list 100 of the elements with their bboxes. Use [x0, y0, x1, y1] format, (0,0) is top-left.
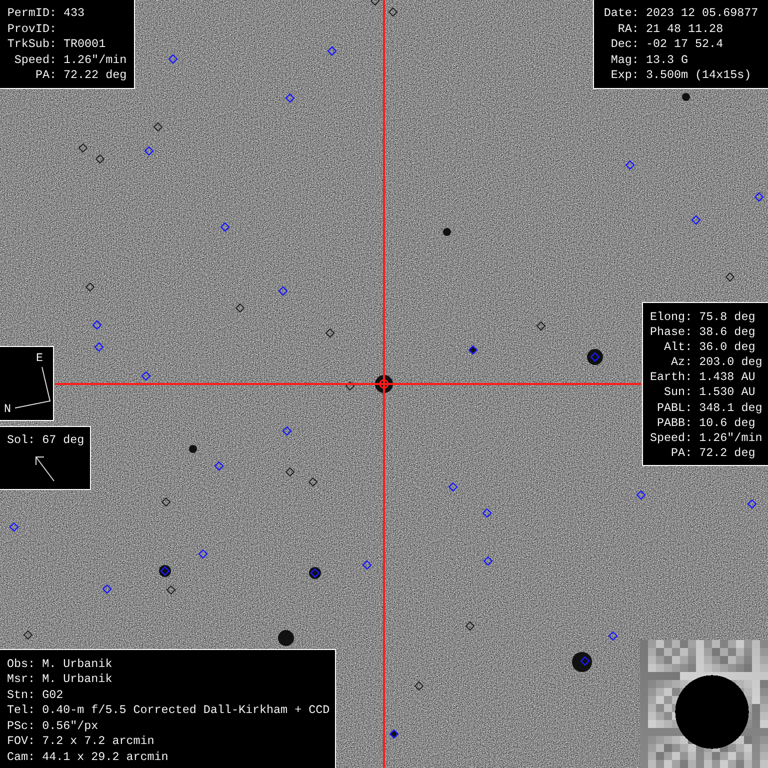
reference-star-marker — [144, 146, 154, 156]
reference-star-marker — [747, 499, 757, 509]
catalog-star-marker — [414, 681, 424, 691]
catalog-star-marker — [23, 630, 33, 640]
field-label: FOV: — [7, 734, 36, 750]
field-label: Stn: — [7, 688, 36, 704]
reference-star-marker — [285, 93, 295, 103]
field-value: 2023 12 05.69877 — [646, 6, 760, 22]
field-value: 72.2 deg — [699, 446, 756, 461]
field-value: 3.500m (14x15s) — [646, 68, 752, 84]
catalog-star-marker — [78, 143, 88, 153]
reference-star-marker — [141, 371, 151, 381]
field-value: TR0001 — [64, 37, 107, 53]
field-label: Elong: — [650, 310, 692, 326]
field-label: Msr: — [7, 672, 36, 688]
field-label: Speed: — [650, 430, 692, 446]
field-value: M. Urbanik — [42, 672, 114, 688]
field-label: Cam: — [7, 750, 36, 765]
reference-star-marker — [327, 46, 337, 56]
field-value: 1.530 AU — [699, 385, 756, 401]
field-value: 44.1 x 29.2 arcmin — [42, 750, 170, 765]
catalog-star-marker — [308, 477, 318, 487]
reference-star-marker — [94, 342, 104, 352]
reference-star-marker — [214, 461, 224, 471]
star-blob — [587, 349, 603, 365]
reference-star-marker — [102, 584, 112, 594]
star-blob — [443, 228, 451, 236]
field-label: PA: — [34, 68, 56, 84]
field-value: 38.6 deg — [699, 325, 756, 340]
field-value: 13.3 G — [646, 52, 690, 68]
field-label: PA: — [670, 446, 692, 461]
field-value: M. Urbanik — [42, 657, 114, 672]
field-label: Sun: — [663, 385, 692, 401]
catalog-star-marker — [345, 381, 355, 391]
reference-star-marker — [9, 522, 19, 532]
north-label: N — [4, 402, 12, 416]
field-label: TrkSub: — [7, 37, 56, 53]
field-value: 1.26"/min — [699, 430, 762, 446]
field-value: 36.0 deg — [699, 340, 756, 356]
catalog-star-marker — [370, 0, 380, 6]
reference-star-marker — [691, 215, 701, 225]
reference-star-marker — [198, 549, 208, 559]
reference-star-marker — [278, 286, 288, 296]
reference-star-marker — [636, 490, 646, 500]
field-label: Tel: — [7, 703, 36, 719]
reference-star-marker — [482, 508, 492, 518]
catalog-star-marker — [166, 585, 176, 595]
reference-star-marker — [282, 426, 292, 436]
reference-star-marker — [220, 222, 230, 232]
catalog-star-marker — [153, 122, 163, 132]
field-label: Az: — [670, 355, 692, 370]
east-label: E — [36, 351, 44, 365]
field-value: 0.56"/px — [42, 718, 100, 734]
star-blob — [189, 445, 197, 453]
reference-star-marker — [754, 192, 764, 202]
field-value: 75.8 deg — [699, 310, 756, 326]
field-label: PABL: — [656, 400, 692, 416]
target-ring-icon — [379, 379, 389, 389]
field-value: G02 — [42, 688, 64, 704]
field-value: -02 17 52.4 — [646, 37, 724, 53]
star-blob — [278, 630, 294, 646]
reference-star-marker — [483, 556, 493, 566]
catalog-star-marker — [95, 154, 105, 164]
catalog-star-marker — [85, 282, 95, 292]
field-value: 203.0 deg — [699, 355, 762, 370]
reference-star-marker — [168, 54, 178, 64]
reference-star-marker — [362, 560, 372, 570]
field-value: 7.2 x 7.2 arcmin — [42, 734, 156, 750]
catalog-star-marker — [285, 467, 295, 477]
reference-star-marker — [590, 352, 600, 362]
star-blob — [572, 652, 592, 672]
field-value: 0.40-m f/5.5 Corrected Dall-Kirkham + CCD — [42, 703, 330, 719]
reference-star-marker — [448, 482, 458, 492]
field-label: PSc: — [7, 718, 36, 734]
field-label: Earth: — [650, 370, 692, 386]
catalog-star-marker — [536, 321, 546, 331]
field-value: 21 48 11.28 — [646, 22, 724, 38]
sun-angle-text: Sol: 67 deg — [7, 433, 84, 447]
catalog-star-marker — [388, 7, 398, 17]
field-label: PermID: — [7, 6, 56, 22]
catalog-star-marker — [161, 497, 171, 507]
field-value: 72.22 deg — [64, 68, 127, 84]
catalog-star-marker — [465, 621, 475, 631]
field-value: 10.6 deg — [699, 416, 756, 431]
field-label: ProvID: — [7, 22, 56, 38]
reference-star-marker — [608, 631, 618, 641]
field-label: Dec: — [610, 37, 639, 53]
field-label: Exp: — [610, 68, 639, 84]
reference-star-marker — [625, 160, 635, 170]
field-value: 348.1 deg — [699, 400, 762, 416]
field-label: RA: — [616, 22, 639, 38]
field-label: Mag: — [610, 52, 639, 68]
field-value: 1.438 AU — [699, 370, 756, 386]
field-label: Alt: — [663, 340, 692, 356]
catalog-star-marker — [325, 328, 335, 338]
field-label: PABB: — [656, 416, 692, 431]
field-label: Phase: — [650, 325, 692, 340]
star-blob — [375, 375, 393, 393]
field-label: Date: — [602, 6, 639, 22]
star-blob — [682, 93, 690, 101]
